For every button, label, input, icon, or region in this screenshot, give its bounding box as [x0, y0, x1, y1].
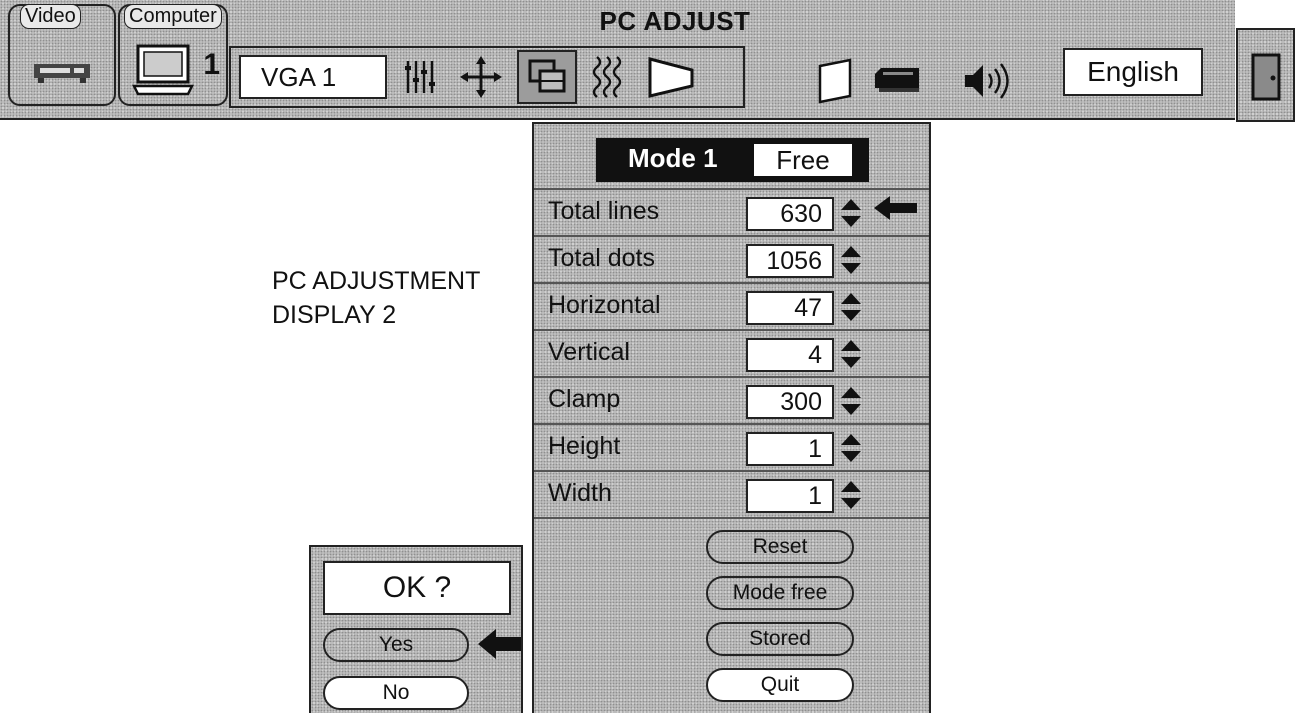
video-source-button[interactable]: Video [8, 4, 116, 106]
row-value[interactable]: 4 [746, 338, 834, 372]
stored-button[interactable]: Stored [706, 622, 854, 656]
row-clamp[interactable]: Clamp 300 [534, 376, 929, 423]
caption-line-1: PC ADJUSTMENT [272, 267, 481, 295]
pc-menu-group: VGA 1 [229, 46, 745, 108]
row-value[interactable]: 1 [746, 479, 834, 513]
row-value[interactable]: 1056 [746, 244, 834, 278]
up-down-arrows-icon[interactable] [840, 198, 862, 228]
row-width[interactable]: Width 1 [534, 470, 929, 519]
row-value[interactable]: 1 [746, 432, 834, 466]
image-adjust-icon[interactable] [397, 48, 447, 106]
row-label: Total dots [548, 244, 656, 272]
computer-label: Computer [124, 4, 222, 29]
up-down-arrows-icon[interactable] [840, 245, 862, 275]
computer-source-button[interactable]: Computer 1 [118, 4, 228, 106]
volume-icon[interactable] [958, 52, 1020, 110]
mode-header: Mode 1 Free [596, 138, 869, 182]
caption-line-2: DISPLAY 2 [272, 301, 397, 329]
language-field[interactable]: English [1063, 48, 1203, 96]
row-label: Vertical [548, 338, 630, 366]
row-label: Total lines [548, 197, 660, 225]
up-down-arrows-icon[interactable] [840, 433, 862, 463]
row-height[interactable]: Height 1 [534, 423, 929, 470]
keystone-icon[interactable] [641, 48, 701, 106]
menu-title: PC ADJUST [599, 6, 751, 36]
quit-button[interactable]: Quit [706, 668, 854, 702]
ok-prompt: OK ? [323, 561, 511, 615]
exit-button[interactable] [1236, 28, 1295, 122]
up-down-arrows-icon[interactable] [840, 480, 862, 510]
mode-value: Free [754, 144, 852, 176]
up-down-arrows-icon[interactable] [840, 386, 862, 416]
row-label: Horizontal [548, 291, 661, 319]
input-source-field[interactable]: VGA 1 [239, 55, 387, 99]
up-down-arrows-icon[interactable] [840, 339, 862, 369]
pc-adjust-panel: Mode 1 Free Total lines 630 Total dots 1… [532, 122, 931, 713]
mode-label: Mode 1 [628, 143, 718, 173]
no-button[interactable]: No [323, 676, 469, 710]
noise-icon[interactable] [585, 48, 631, 106]
row-vertical[interactable]: Vertical 4 [534, 329, 929, 376]
row-total-lines[interactable]: Total lines 630 [534, 188, 929, 235]
reset-button[interactable]: Reset [706, 530, 854, 564]
exit-icon [1251, 53, 1281, 101]
screen-icon[interactable] [812, 52, 858, 110]
up-down-arrows-icon[interactable] [840, 292, 862, 322]
mode-free-button[interactable]: Mode free [706, 576, 854, 610]
pointer-arrow-icon [478, 629, 521, 659]
row-horizontal[interactable]: Horizontal 47 [534, 282, 929, 329]
projector-icon[interactable] [868, 52, 926, 110]
row-label: Width [548, 479, 612, 507]
video-label: Video [20, 4, 81, 29]
menu-bar: PC ADJUST Video Computer 1 VGA 1 English [0, 0, 1235, 120]
position-icon[interactable] [455, 48, 507, 106]
row-label: Clamp [548, 385, 621, 413]
pc-adjust-icon[interactable] [517, 50, 577, 104]
computer-number: 1 [203, 48, 220, 81]
computer-monitor-icon [132, 44, 194, 96]
figure-caption: PC ADJUSTMENT DISPLAY 2 [272, 264, 480, 332]
pointer-arrow-icon [874, 196, 917, 220]
row-value[interactable]: 47 [746, 291, 834, 325]
row-label: Height [548, 432, 621, 460]
row-total-dots[interactable]: Total dots 1056 [534, 235, 929, 282]
yes-button[interactable]: Yes [323, 628, 469, 662]
video-deck-icon [34, 64, 90, 83]
row-value[interactable]: 300 [746, 385, 834, 419]
row-value[interactable]: 630 [746, 197, 834, 231]
